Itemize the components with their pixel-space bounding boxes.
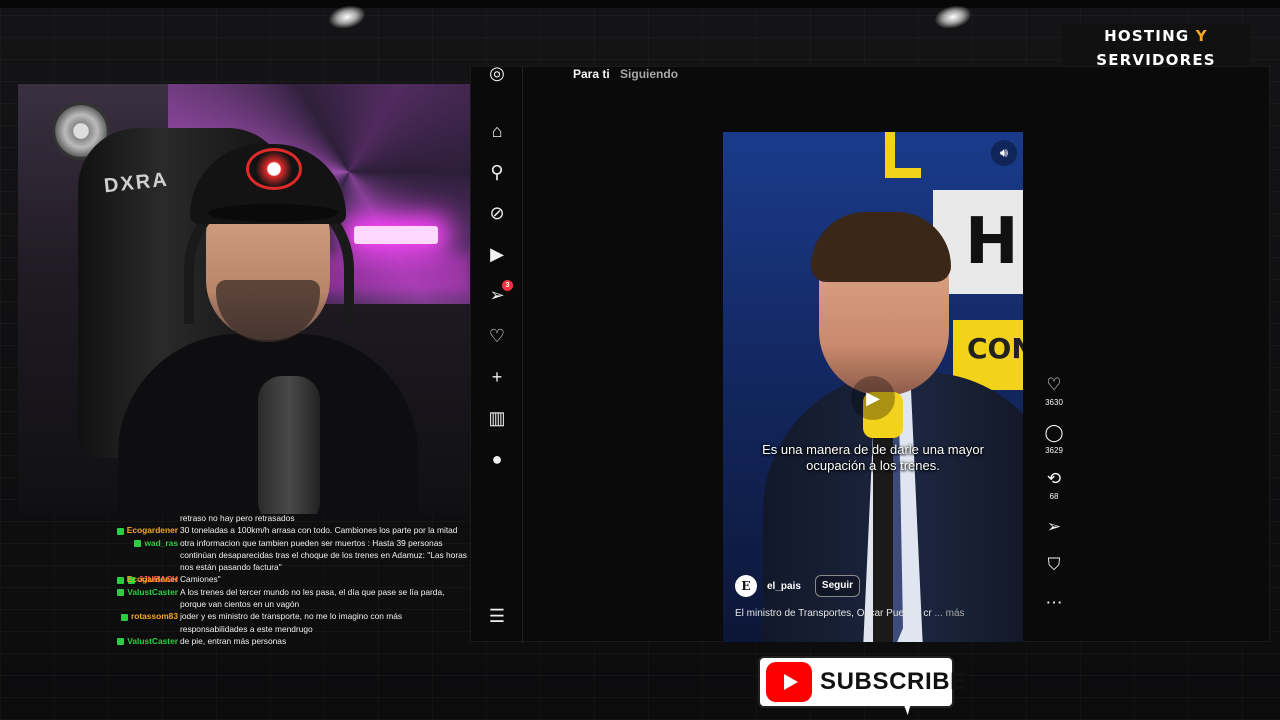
- dashboard-icon[interactable]: ▥: [485, 406, 509, 430]
- ceiling-light: [325, 6, 369, 28]
- save-button[interactable]: ⛉: [1041, 555, 1067, 575]
- cap-logo: [246, 148, 302, 190]
- reels-icon[interactable]: ▶: [485, 242, 509, 266]
- comment-count: 3629: [1045, 446, 1063, 455]
- repost-count: 68: [1049, 492, 1059, 501]
- chat-message-text: de pie, entran más personas: [180, 635, 287, 646]
- chat-badge-icon: [116, 576, 124, 584]
- guest-hair: [811, 212, 951, 282]
- instagram-sidebar: ◎ ⌂ ⚲ ⊘ ▶ ➢ 3 ♡ + ▥ ● ☰: [471, 63, 523, 643]
- reel-caption: El ministro de Transportes, Óscar Puente…: [735, 608, 1021, 619]
- chat-message: ValustCaster de pie, entran más personas: [100, 635, 470, 647]
- podcast-microphone: [258, 376, 320, 514]
- home-icon[interactable]: ⌂: [485, 119, 509, 143]
- set-text: CON: [967, 332, 1023, 365]
- like-button[interactable]: ♡ 3630: [1041, 375, 1067, 409]
- profile-avatar-icon[interactable]: ●: [485, 447, 509, 471]
- notifications-icon[interactable]: ♡: [485, 324, 509, 348]
- chat-message-list: Ecogardener 30 toneladas a 100km/h arrasa…: [100, 524, 470, 647]
- follow-button[interactable]: Seguir: [814, 575, 861, 597]
- reel-video[interactable]: H CON 🔊︎ ▶ Es una manera de de darle una…: [723, 132, 1023, 642]
- chat-message: Ecogardener Camiones": [100, 573, 470, 585]
- chat-message: rotassom83 joder y es ministro de transpo…: [100, 610, 470, 635]
- set-logo-letter: H: [965, 205, 1019, 279]
- explore-icon[interactable]: ⊘: [485, 201, 509, 225]
- more-options-button[interactable]: ⋯: [1041, 593, 1067, 613]
- set-decoration: [885, 132, 921, 178]
- chat-message-text: retraso no hay pero retrasados: [180, 513, 295, 523]
- brand-line-1: HOSTING Y: [1104, 27, 1208, 45]
- chat-message-text: otra informacion que tambien pueden ser …: [180, 537, 467, 573]
- tab-siguiendo[interactable]: Siguiendo: [620, 67, 678, 81]
- chat-badge-icon: [117, 638, 125, 646]
- repost-icon: ⟲: [1046, 469, 1062, 488]
- instagram-logo-icon[interactable]: ◎: [485, 61, 509, 85]
- chat-message-text: A los trenes del tercer mundo no les pas…: [180, 586, 445, 610]
- more-icon: ⋯: [1045, 593, 1063, 612]
- webcam-feed: DXRA: [18, 84, 470, 514]
- chat-message-text: 30 toneladas a 100km/h arrasa con todo. …: [180, 525, 458, 536]
- chat-message: Ecogardener 30 toneladas a 100km/h arrasa…: [100, 524, 470, 536]
- reel-author: E el_pais Seguir: [735, 574, 861, 598]
- tab-para-ti[interactable]: Para ti: [573, 67, 610, 81]
- chat-username[interactable]: wad_ras: [100, 537, 178, 549]
- ceiling-light: [931, 6, 975, 28]
- share-button[interactable]: ➢: [1041, 517, 1067, 537]
- chat-message: ValustCaster A los trenes del tercer mund…: [100, 586, 470, 611]
- chat-badge-icon: [120, 613, 128, 621]
- chat-username[interactable]: rotassom83: [100, 610, 178, 622]
- repost-button[interactable]: ⟲ 68: [1041, 469, 1067, 503]
- play-icon[interactable]: ▶: [851, 376, 895, 420]
- branding-badge: HOSTING Y SERVIDORES: [1062, 24, 1250, 69]
- stream-stage: HOSTING Y SERVIDORES DXRA retraso no hay…: [0, 0, 1280, 720]
- menu-icon[interactable]: ☰: [485, 604, 509, 628]
- comment-icon: ◯: [1044, 423, 1064, 442]
- create-icon[interactable]: +: [485, 365, 509, 389]
- chat-badge-icon: [116, 527, 124, 535]
- like-count: 3630: [1045, 398, 1063, 407]
- chat-message-partial: retraso no hay pero retrasados: [100, 512, 470, 524]
- chat-message: wad_ras otra informacion que tambien pued…: [100, 537, 470, 574]
- chat-username[interactable]: ValustCaster: [100, 586, 178, 598]
- top-bar: [0, 0, 1280, 8]
- neon-light: [354, 226, 438, 244]
- messages-icon[interactable]: ➢ 3: [485, 280, 513, 307]
- author-avatar[interactable]: E: [735, 575, 757, 597]
- send-icon: ➢: [1046, 517, 1062, 536]
- feed-tabs: Para ti Siguiendo: [573, 67, 678, 81]
- chat-username[interactable]: Ecogardener: [100, 573, 178, 585]
- chat-message-text: Camiones": [180, 574, 221, 585]
- caption-more-link[interactable]: ... más: [935, 608, 965, 619]
- cap-brim: [208, 204, 338, 222]
- heart-icon: ♡: [1046, 375, 1062, 394]
- comment-button[interactable]: ◯ 3629: [1041, 423, 1067, 457]
- chat-username[interactable]: ValustCaster: [100, 635, 178, 647]
- youtube-logo-icon: [766, 662, 812, 702]
- bookmark-icon: ⛉: [1047, 555, 1061, 574]
- subscribe-label: SUBSCRIBE: [820, 668, 967, 695]
- chat-badge-icon: [134, 539, 142, 547]
- chat-username[interactable]: Ecogardener: [100, 524, 178, 536]
- stream-chat: retraso no hay pero retrasados Ecogarden…: [100, 512, 470, 694]
- author-username[interactable]: el_pais: [767, 581, 801, 592]
- notification-badge: 3: [502, 280, 513, 291]
- instagram-panel: ◎⌂⚲⊘▶➢3♡+▥●☰ Para ti Siguiendo H CON 🔊︎ …: [470, 63, 1270, 643]
- chat-badge-icon: [117, 589, 125, 597]
- chat-message-text: joder y es ministro de transporte, no me…: [180, 611, 403, 634]
- subscribe-button[interactable]: SUBSCRIBE: [760, 658, 966, 706]
- video-subtitle: Es una manera de de darle una mayor ocup…: [762, 442, 984, 473]
- volume-icon[interactable]: 🔊︎: [991, 140, 1017, 166]
- caption-text: El ministro de Transportes, Óscar Puente…: [735, 608, 932, 619]
- search-icon[interactable]: ⚲: [485, 160, 509, 184]
